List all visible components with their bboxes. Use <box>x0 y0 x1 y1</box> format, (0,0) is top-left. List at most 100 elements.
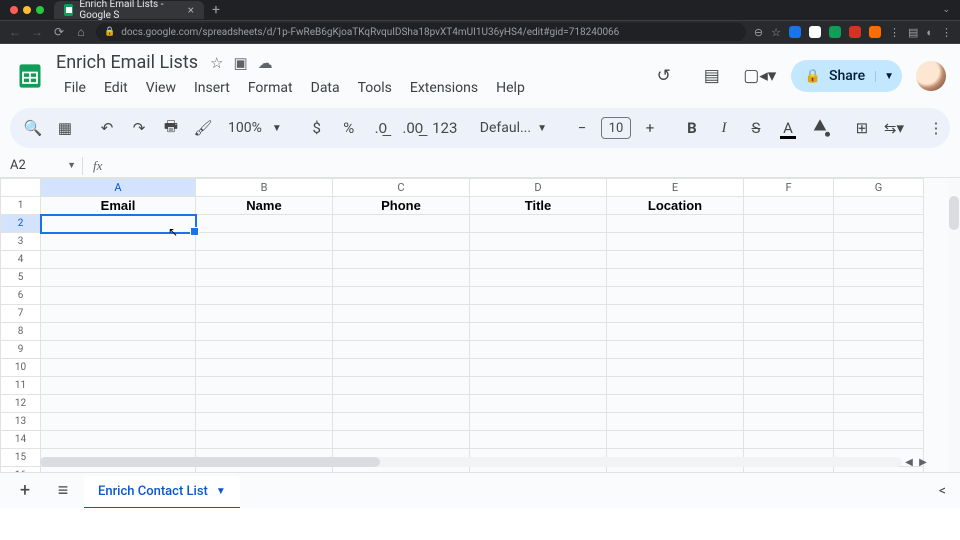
cell-C11[interactable] <box>333 377 470 395</box>
increase-font-size-button[interactable]: + <box>635 113 665 143</box>
paint-format-button[interactable]: 🖌 <box>188 113 218 143</box>
horizontal-scrollbar-track[interactable] <box>40 457 902 467</box>
menu-extensions[interactable]: Extensions <box>402 76 486 100</box>
cell-D13[interactable] <box>470 413 607 431</box>
cell-E4[interactable] <box>607 251 744 269</box>
decrease-decimal-button[interactable]: .0̲ <box>366 113 396 143</box>
cell-B13[interactable] <box>196 413 333 431</box>
cell-F1[interactable] <box>744 197 834 215</box>
scroll-right-icon[interactable]: ▶ <box>916 457 930 468</box>
cell-C8[interactable] <box>333 323 470 341</box>
cell-E13[interactable] <box>607 413 744 431</box>
decrease-font-size-button[interactable]: − <box>567 113 597 143</box>
cell-G10[interactable] <box>834 359 924 377</box>
history-icon[interactable]: ↺ <box>647 59 681 93</box>
cell-A1[interactable]: Email <box>41 197 196 215</box>
row-header[interactable]: 1 <box>1 197 41 215</box>
menu-help[interactable]: Help <box>488 76 533 100</box>
cell-C1[interactable]: Phone <box>333 197 470 215</box>
cell-G8[interactable] <box>834 323 924 341</box>
cell-D11[interactable] <box>470 377 607 395</box>
number-format-button[interactable]: 123 <box>430 113 460 143</box>
redo-button[interactable]: ↷ <box>124 113 154 143</box>
cell-F8[interactable] <box>744 323 834 341</box>
cell-A13[interactable] <box>41 413 196 431</box>
cell-F9[interactable] <box>744 341 834 359</box>
cell-G6[interactable] <box>834 287 924 305</box>
row-header[interactable]: 3 <box>1 233 41 251</box>
cell-G2[interactable] <box>834 215 924 233</box>
cell-C10[interactable] <box>333 359 470 377</box>
select-all-corner[interactable] <box>1 179 41 197</box>
forward-button[interactable]: → <box>30 25 44 39</box>
all-sheets-button[interactable]: ≡ <box>46 477 80 505</box>
cell-F14[interactable] <box>744 431 834 449</box>
cell-C4[interactable] <box>333 251 470 269</box>
column-header-E[interactable]: E <box>607 179 744 197</box>
cell-G7[interactable] <box>834 305 924 323</box>
row-header[interactable]: 8 <box>1 323 41 341</box>
cell-F13[interactable] <box>744 413 834 431</box>
row-header[interactable]: 5 <box>1 269 41 287</box>
cell-B12[interactable] <box>196 395 333 413</box>
home-button[interactable]: ⌂ <box>74 25 88 39</box>
account-avatar[interactable] <box>916 61 946 91</box>
cell-A12[interactable] <box>41 395 196 413</box>
cell-G11[interactable] <box>834 377 924 395</box>
cell-G3[interactable] <box>834 233 924 251</box>
document-title[interactable]: Enrich Email Lists <box>56 52 198 73</box>
cell-F10[interactable] <box>744 359 834 377</box>
extensions-menu-icon[interactable]: ⋮ <box>889 26 900 39</box>
cell-D9[interactable] <box>470 341 607 359</box>
profile-icon[interactable]: ◐ <box>926 26 933 39</box>
close-tab-icon[interactable]: × <box>188 3 194 17</box>
cell-A5[interactable] <box>41 269 196 287</box>
cell-A14[interactable] <box>41 431 196 449</box>
menu-file[interactable]: File <box>56 76 94 100</box>
cell-B10[interactable] <box>196 359 333 377</box>
sheet-tab-menu-icon[interactable]: ▼ <box>216 486 226 497</box>
cell-B8[interactable] <box>196 323 333 341</box>
chevron-down-icon[interactable]: ▼ <box>67 160 76 171</box>
cell-G13[interactable] <box>834 413 924 431</box>
cell-B5[interactable] <box>196 269 333 287</box>
cell-E7[interactable] <box>607 305 744 323</box>
more-toolbar-icon[interactable]: ⋮ <box>921 113 951 143</box>
cell-A11[interactable] <box>41 377 196 395</box>
cell-B6[interactable] <box>196 287 333 305</box>
strikethrough-button[interactable]: S <box>741 113 771 143</box>
column-header-A[interactable]: A <box>41 179 196 197</box>
row-header[interactable]: 4 <box>1 251 41 269</box>
comments-icon[interactable]: ▤ <box>695 59 729 93</box>
extension-icon[interactable] <box>829 26 841 38</box>
bookmark-star-icon[interactable]: ☆ <box>771 26 781 39</box>
cell-E14[interactable] <box>607 431 744 449</box>
cell-G12[interactable] <box>834 395 924 413</box>
cell-D12[interactable] <box>470 395 607 413</box>
cell-G4[interactable] <box>834 251 924 269</box>
row-header[interactable]: 11 <box>1 377 41 395</box>
cell-A7[interactable] <box>41 305 196 323</box>
menu-tools[interactable]: Tools <box>350 76 400 100</box>
cell-F4[interactable] <box>744 251 834 269</box>
cell-F12[interactable] <box>744 395 834 413</box>
cloud-status-icon[interactable]: ☁ <box>258 54 273 72</box>
side-panel-icon[interactable]: ▤ <box>908 26 918 39</box>
extension-icon[interactable] <box>869 26 881 38</box>
tabs-overflow-icon[interactable]: ⌄ <box>938 1 954 19</box>
move-icon[interactable]: ▣ <box>233 54 247 72</box>
cell-C14[interactable] <box>333 431 470 449</box>
undo-button[interactable]: ↶ <box>92 113 122 143</box>
cell-F2[interactable] <box>744 215 834 233</box>
address-bar[interactable]: 🔒 docs.google.com/spreadsheets/d/1p-FwRe… <box>96 23 746 41</box>
menu-data[interactable]: Data <box>303 76 348 100</box>
cell-E10[interactable] <box>607 359 744 377</box>
vertical-scrollbar[interactable] <box>949 196 959 230</box>
cell-B9[interactable] <box>196 341 333 359</box>
row-header[interactable]: 10 <box>1 359 41 377</box>
menu-insert[interactable]: Insert <box>186 76 238 100</box>
merge-cells-button[interactable]: ⇆▾ <box>879 113 909 143</box>
cell-B2[interactable] <box>196 215 333 233</box>
share-button[interactable]: 🔒 Share ▼ <box>791 60 902 92</box>
print-button[interactable]: 🖶 <box>156 113 186 143</box>
